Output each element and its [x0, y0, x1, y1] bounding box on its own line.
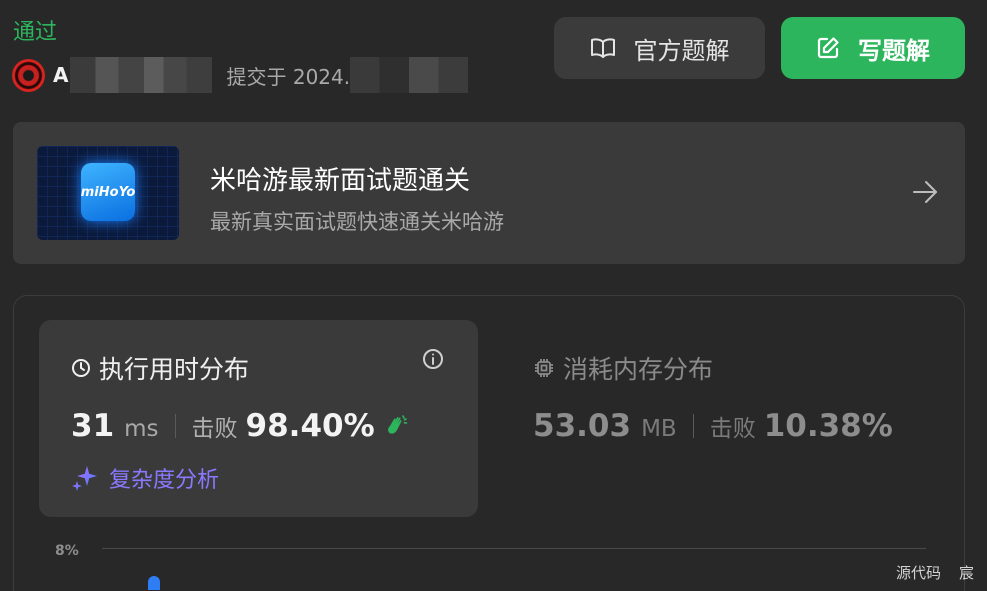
redacted-username	[70, 57, 213, 93]
complexity-label: 复杂度分析	[109, 468, 220, 493]
memory-metrics: 53.03 MB 击败 10.38%	[533, 408, 893, 444]
clap-icon	[387, 415, 407, 434]
edit-icon	[817, 37, 839, 59]
official-solution-button[interactable]: 官方题解	[554, 17, 765, 79]
user-name[interactable]: A	[53, 63, 68, 87]
status-accepted: 通过	[13, 20, 58, 45]
runtime-value: 31	[71, 408, 115, 444]
memory-title: 消耗内存分布	[563, 355, 714, 384]
stats-panel: 执行用时分布 31 ms 击败 98.40% 复杂度分析 消耗内存分布 53.0…	[13, 295, 965, 591]
runtime-beat-percent: 98.40%	[245, 408, 375, 444]
write-solution-button[interactable]: 写题解	[781, 17, 965, 79]
promo-subtitle: 最新真实面试题快速通关米哈游	[210, 210, 504, 234]
source-code-label[interactable]: 源代码	[896, 562, 941, 583]
memory-beat-percent: 10.38%	[763, 408, 893, 444]
avatar[interactable]	[12, 58, 45, 92]
clock-icon	[72, 359, 90, 377]
sparkle-icon	[72, 466, 97, 491]
runtime-unit: ms	[124, 416, 159, 442]
promo-title: 米哈游最新面试题通关	[210, 166, 471, 196]
promo-thumbnail: miHoYo	[37, 146, 179, 240]
memory-value: 53.03	[533, 408, 632, 444]
runtime-title: 执行用时分布	[99, 355, 250, 384]
memory-unit: MB	[641, 416, 677, 442]
chart-current-marker[interactable]	[148, 576, 160, 590]
runtime-card[interactable]: 执行用时分布 31 ms 击败 98.40% 复杂度分析	[39, 320, 478, 517]
divider	[174, 414, 176, 438]
complexity-analysis-link[interactable]: 复杂度分析	[71, 462, 219, 494]
runtime-beat-label: 击败	[191, 416, 238, 442]
memory-header[interactable]: 消耗内存分布	[533, 350, 713, 386]
runtime-header: 执行用时分布	[71, 350, 249, 386]
divider	[692, 414, 694, 438]
write-solution-label: 写题解	[858, 36, 930, 65]
author-label: 宸	[959, 564, 975, 582]
chart-y-tick: 8%	[55, 543, 79, 559]
mihoyo-logo: miHoYo	[81, 163, 135, 221]
submission-result-page: 通过 A 提交于 2024. 官方题解 写题解 miHoYo 米哈游最新面试题通…	[0, 0, 987, 591]
submitter-info: A 提交于 2024.	[12, 57, 469, 93]
runtime-metrics: 31 ms 击败 98.40%	[71, 408, 409, 444]
book-icon	[590, 38, 615, 58]
memory-beat-label: 击败	[709, 416, 756, 442]
redacted-time	[350, 57, 469, 93]
submitted-time: 提交于 2024.	[226, 64, 351, 89]
promo-banner[interactable]: miHoYo 米哈游最新面试题通关 最新真实面试题快速通关米哈游	[13, 122, 965, 264]
chart-gridline	[102, 548, 926, 549]
official-solution-label: 官方题解	[633, 36, 730, 65]
info-icon[interactable]	[422, 348, 444, 370]
arrow-right-icon[interactable]	[911, 178, 939, 206]
chip-icon	[535, 359, 553, 377]
